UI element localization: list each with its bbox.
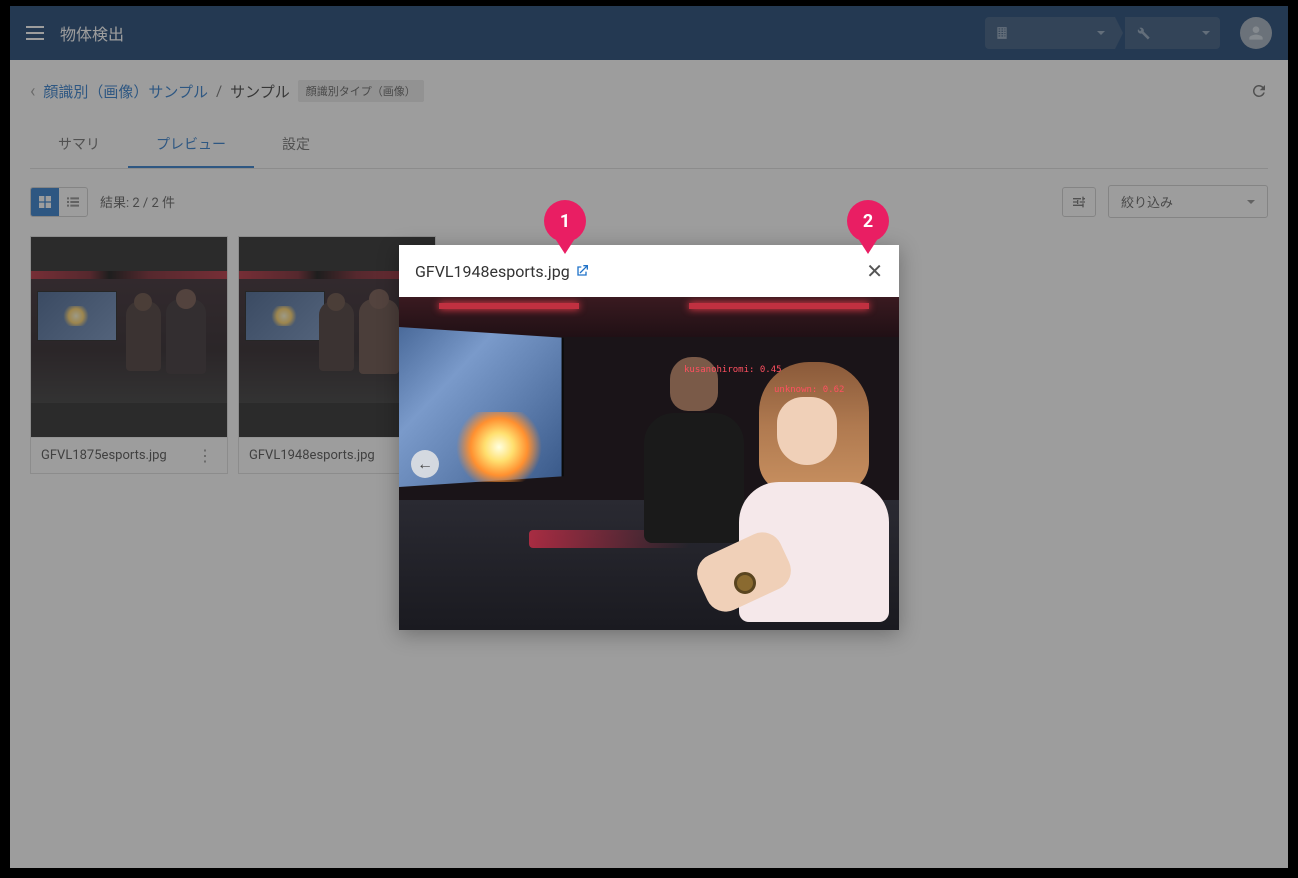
modal-image: kusanohiromi: 0.45 unknown: 0.62 ← bbox=[399, 297, 899, 630]
open-external-icon[interactable] bbox=[574, 263, 590, 279]
modal-filename: GFVL1948esports.jpg bbox=[415, 262, 570, 281]
detection-label: kusanohiromi: 0.45 bbox=[684, 365, 782, 375]
modal-header: GFVL1948esports.jpg ✕ bbox=[399, 245, 899, 297]
prev-image-button[interactable]: ← bbox=[411, 450, 439, 478]
annotation-pin-2: 2 bbox=[847, 200, 889, 252]
annotation-pin-1: 1 bbox=[544, 200, 586, 252]
detection-label: unknown: 0.62 bbox=[774, 385, 844, 395]
image-preview-modal: GFVL1948esports.jpg ✕ kusanohiromi: 0.45… bbox=[399, 245, 899, 630]
close-icon[interactable]: ✕ bbox=[866, 259, 883, 283]
